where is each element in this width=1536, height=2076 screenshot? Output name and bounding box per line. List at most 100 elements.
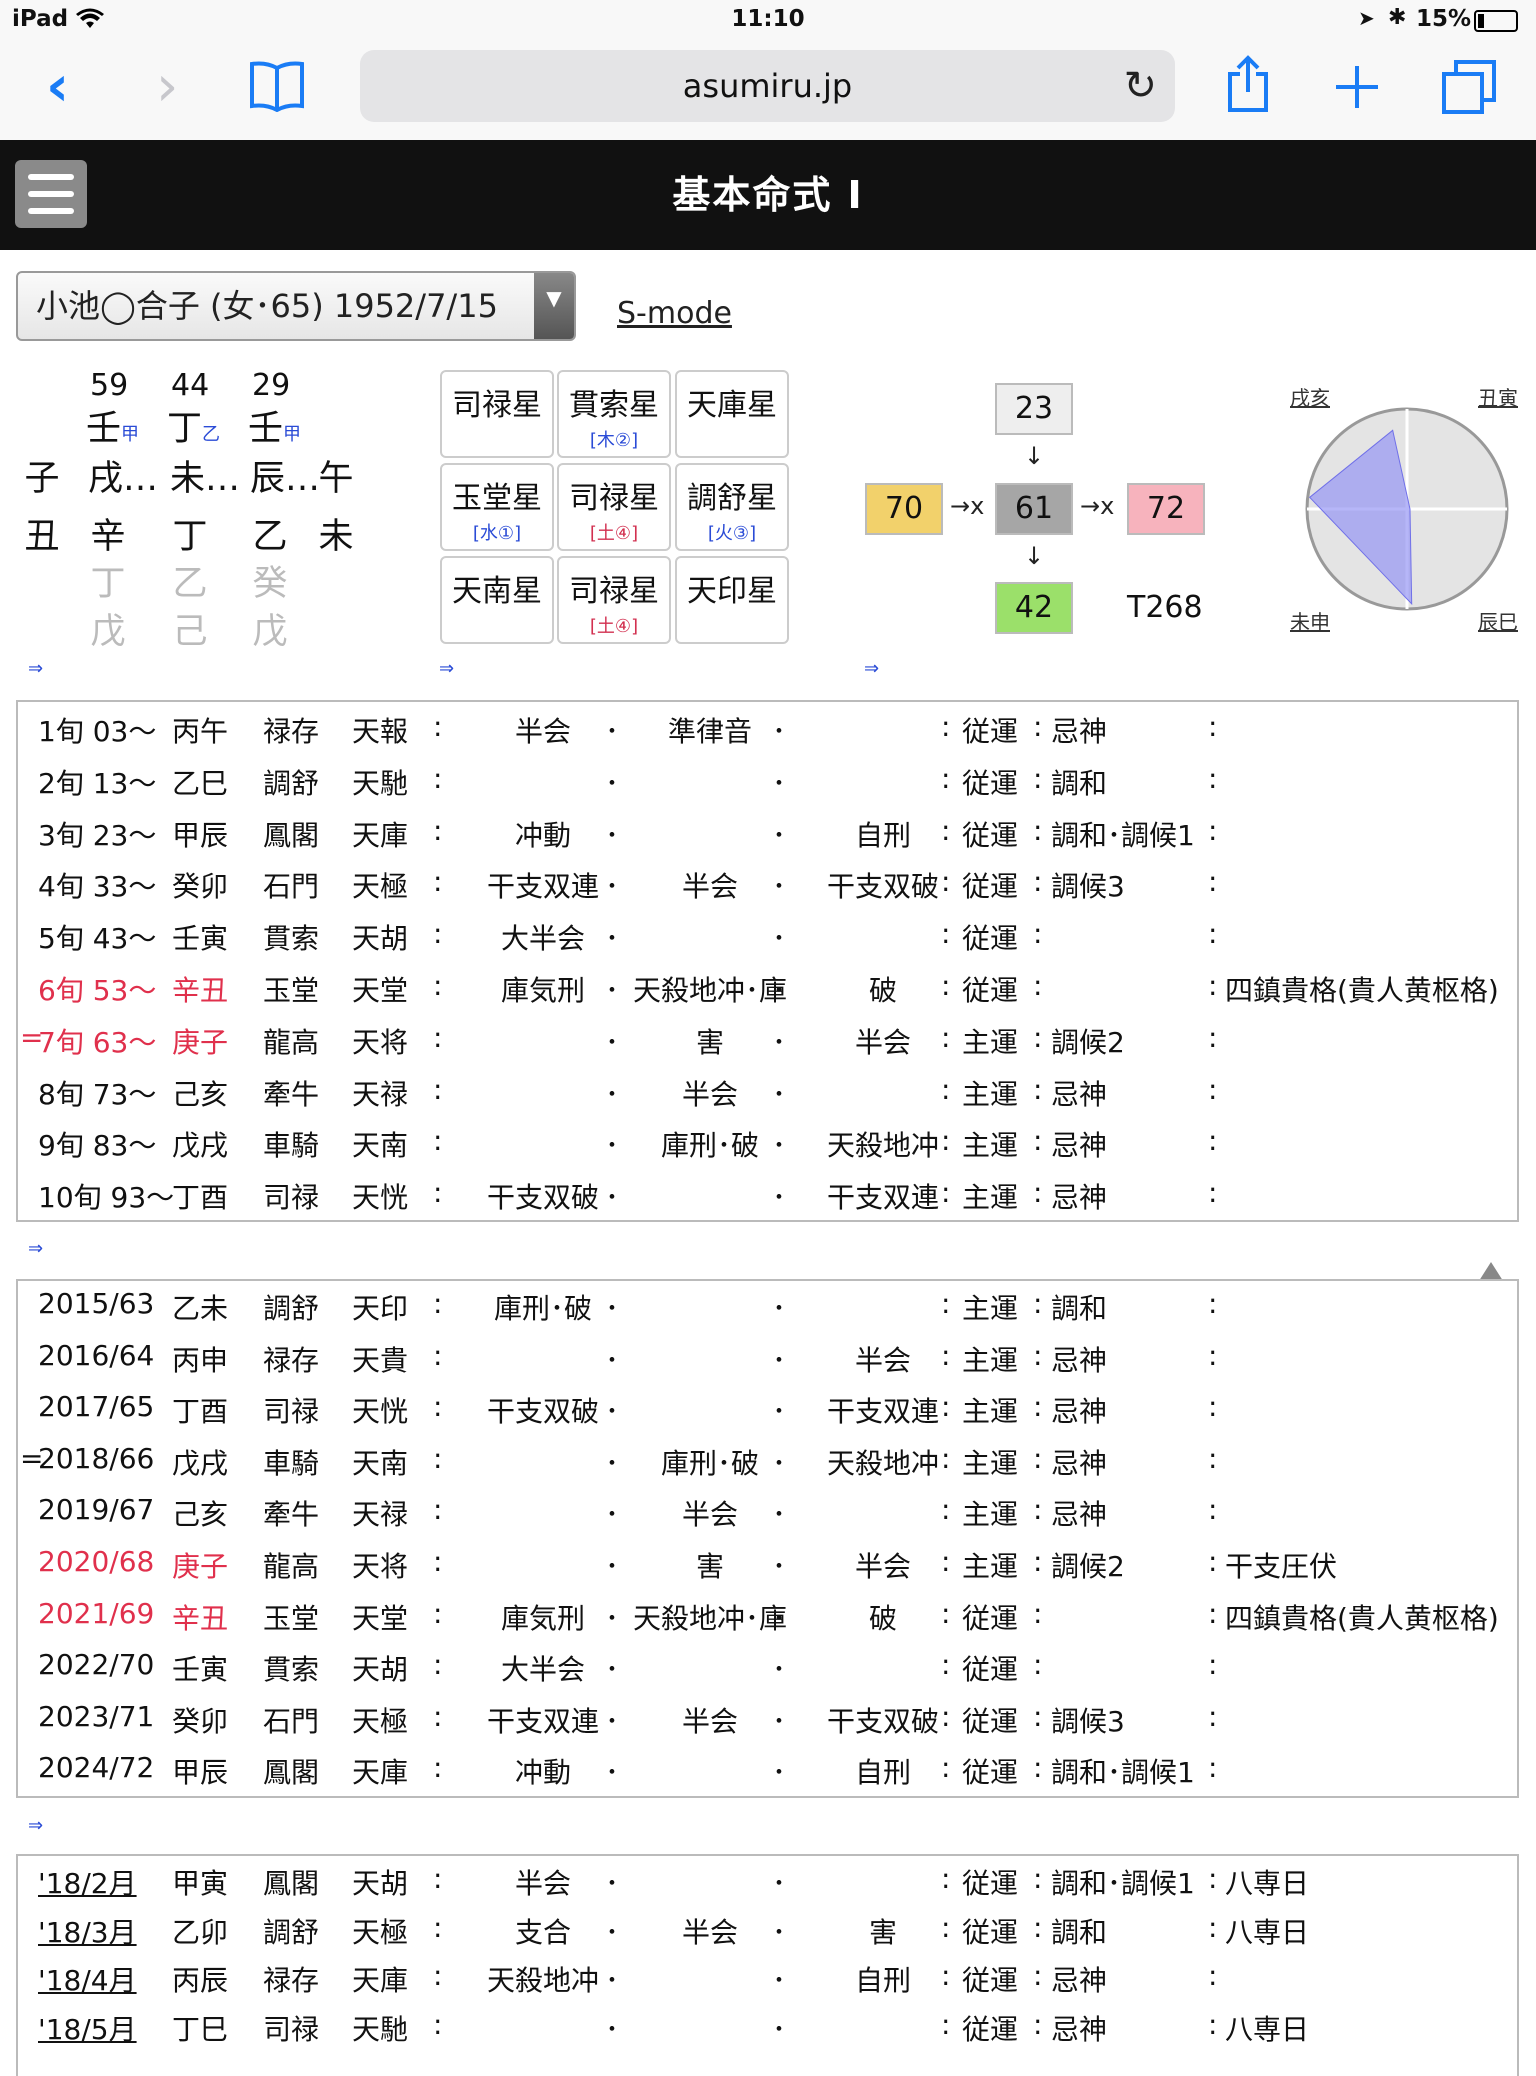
table-row[interactable]: 丁巳 司禄 天馳: ･･: 従運: 忌神: 八専日 '18/5月 bbox=[18, 2008, 1517, 2058]
star-cell[interactable]: 玉堂星 [水①] bbox=[440, 463, 554, 551]
separator: : bbox=[433, 1176, 443, 1210]
sub-star: 天庫 bbox=[352, 1964, 409, 1997]
table-row[interactable]: 10旬 93〜 丁酉 司禄 天恍: 干支双破･･干支双連: 主運: 忌神: bbox=[18, 1176, 1517, 1226]
person-select[interactable]: 小池◯合子 (女･65) 1952/7/15 ▼ bbox=[16, 271, 576, 341]
nav-arrow-icon[interactable]: ⇒ bbox=[28, 1238, 43, 1259]
table-row[interactable]: 2016/64 丙申 禄存 天貴: ･･半会: 主運: 忌神: bbox=[18, 1339, 1517, 1389]
nav-arrow-icon[interactable]: ⇒ bbox=[28, 1815, 43, 1836]
nav-arrow-icon[interactable]: ⇒ bbox=[28, 658, 43, 679]
kanshi: 壬寅 bbox=[172, 1653, 229, 1687]
table-row[interactable]: 1旬 03〜 丙午 禄存 天報: 半会･準律音･: 従運: 忌神: bbox=[18, 710, 1517, 760]
separator: ･ bbox=[605, 766, 620, 800]
nav-arrow-icon[interactable]: ⇒ bbox=[439, 658, 454, 679]
table-row[interactable]: 2017/65 丁酉 司禄 天恍: 干支双破･･干支双連: 主運: 忌神: bbox=[18, 1390, 1517, 1440]
main-star: 禄存 bbox=[263, 715, 320, 748]
sub-star: 天極 bbox=[352, 1915, 409, 1949]
back-icon[interactable]: ‹ bbox=[46, 54, 69, 119]
star-cell[interactable]: 天印星 bbox=[675, 556, 789, 644]
star-name: 調舒星 bbox=[687, 481, 777, 516]
star-cell[interactable]: 天庫星 bbox=[675, 370, 789, 458]
star-name: 天南星 bbox=[452, 574, 542, 609]
separator: ･ bbox=[772, 1129, 787, 1163]
month-label[interactable]: '18/4月 bbox=[38, 1959, 137, 1999]
kanshi: 乙巳 bbox=[172, 766, 229, 800]
separator: : bbox=[941, 1699, 951, 1733]
main-star: 司禄 bbox=[263, 1395, 320, 1429]
table-row[interactable]: 6旬 53〜 辛丑 玉堂 天堂: 庫気刑･天殺地冲･庫･破: 従運:: 四鎮貴格(貴人黄枢格… bbox=[18, 969, 1517, 1019]
table-row[interactable]: 4旬 33〜 癸卯 石門 天極: 干支双連･半会･干支双破: 従運: 調候3: bbox=[18, 865, 1517, 915]
month-label[interactable]: '18/2月 bbox=[38, 1862, 137, 1902]
table-row[interactable]: 2019/67 己亥 牽牛 天禄: ･半会･: 主運: 忌神: bbox=[18, 1493, 1517, 1543]
separator: : bbox=[433, 1390, 443, 1424]
branch-cell: 子 bbox=[24, 459, 60, 499]
month-link[interactable]: '18/5月 bbox=[38, 2013, 137, 2046]
table-row[interactable]: 2022/70 壬寅 貫索 天胡: 大半会 ･ ･: 従運:: bbox=[18, 1648, 1517, 1698]
reload-icon[interactable]: ↻ bbox=[1123, 50, 1157, 122]
separator: ･ bbox=[605, 1181, 620, 1215]
main-star: 車騎 bbox=[263, 1446, 320, 1480]
fortune-note: 調和･調候1 bbox=[1051, 1867, 1195, 1900]
main-star: 龍高 bbox=[263, 1025, 320, 1059]
table-row[interactable]: 2021/69 辛丑 玉堂 天堂: 庫気刑･天殺地冲･庫･破: 従運:: 四鎮貴格(貴人黄枢… bbox=[18, 1597, 1517, 1647]
month-link[interactable]: '18/3月 bbox=[38, 1916, 137, 1949]
table-row[interactable]: 2024/72 甲辰 鳳閣 天庫: 冲動･･自刑: 従運: 調和･調候1: bbox=[18, 1751, 1517, 1801]
period-label: 1旬 03〜 bbox=[38, 715, 157, 748]
month-label[interactable]: '18/5月 bbox=[38, 2008, 137, 2048]
table-row[interactable]: 2023/71 癸卯 石門 天極: 干支双連･半会･干支双破: 従運: 調候3: bbox=[18, 1700, 1517, 1750]
separator: : bbox=[433, 1648, 443, 1682]
table-row[interactable]: 丙辰 禄存 天庫: 天殺地冲･･自刑: 従運: 忌神: '18/4月 bbox=[18, 1959, 1517, 2009]
table-row[interactable]: = 2018/66 戊戌 車騎 天南: ･庫刑･破･天殺地冲: 主運: 忌神: bbox=[18, 1442, 1517, 1492]
taiun-table: 1旬 03〜 丙午 禄存 天報: 半会 ･ 準律音 ･: 従運: 忌神: 2旬 13〜 乙巳 調舒 天馳:… bbox=[16, 700, 1519, 1222]
table-row[interactable]: 2020/68 庚子 龍高 天将: ･害･半会: 主運: 調候2: 干支圧伏 bbox=[18, 1545, 1517, 1595]
s-mode-link[interactable]: S-mode bbox=[617, 296, 732, 331]
zokan-cell: 丑 bbox=[24, 517, 60, 557]
kanshi: 壬寅 bbox=[172, 922, 229, 956]
table-row[interactable]: 2015/63 乙未 調舒 天印: 庫刑･破･･: 主運: 調和: bbox=[18, 1287, 1517, 1337]
star-cell[interactable]: 司禄星 [土④] bbox=[557, 556, 671, 644]
unsei-type: 従運 bbox=[962, 1601, 1019, 1635]
address-bar[interactable]: asumiru.jp ↻ bbox=[360, 50, 1175, 122]
month-link[interactable]: '18/2月 bbox=[38, 1867, 137, 1900]
main-star: 禄存 bbox=[263, 1964, 320, 1997]
table-row[interactable]: 乙卯 調舒 天極: 支合･半会･害: 従運: 調和: 八専日 '18/3月 bbox=[18, 1911, 1517, 1961]
month-label[interactable]: '18/3月 bbox=[38, 1911, 137, 1951]
separator: : bbox=[433, 1124, 443, 1158]
separator: : bbox=[1033, 1338, 1043, 1372]
relation-1: 半会 bbox=[514, 1867, 571, 1900]
table-row[interactable]: 3旬 23〜 甲辰 鳳閣 天庫: 冲動･･自刑: 従運: 調和･調候1: bbox=[18, 814, 1517, 864]
separator: : bbox=[941, 1648, 951, 1682]
table-row[interactable]: = 7旬 63〜 庚子 龍高 天将: ･害･半会: 主運: 調候2: bbox=[18, 1021, 1517, 1071]
table-row[interactable]: 9旬 83〜 戊戌 車騎 天南: ･庫刑･破･天殺地冲: 主運: 忌神: bbox=[18, 1124, 1517, 1174]
star-cell[interactable]: 司禄星 [土④] bbox=[557, 463, 671, 551]
forward-icon[interactable]: › bbox=[156, 54, 178, 119]
separator: : bbox=[433, 761, 443, 795]
special-note: 八専日 bbox=[1225, 2012, 1310, 2046]
table-row[interactable]: 2旬 13〜 乙巳 調舒 天馳: ･･: 従運: 調和: bbox=[18, 762, 1517, 812]
separator: ･ bbox=[772, 1653, 787, 1687]
table-row[interactable]: 5旬 43〜 壬寅 貫索 天胡: 大半会 ･ ･: 従運:: bbox=[18, 917, 1517, 967]
separator: : bbox=[1208, 1699, 1218, 1733]
separator: : bbox=[433, 1287, 443, 1320]
star-cell[interactable]: 貫索星 [木②] bbox=[557, 370, 671, 458]
separator: ･ bbox=[772, 1867, 787, 1900]
separator: : bbox=[433, 1699, 443, 1733]
star-cell[interactable]: 天南星 bbox=[440, 556, 554, 644]
star-cell[interactable]: 司禄星 bbox=[440, 370, 554, 458]
main-star: 鳳閣 bbox=[263, 1867, 320, 1900]
separator: ･ bbox=[772, 1446, 787, 1480]
separator: ･ bbox=[772, 715, 787, 748]
table-row[interactable]: 甲寅 鳳閣 天胡: 半会･･: 従運: 調和･調候1: 八専日 '18/2月 bbox=[18, 1862, 1517, 1912]
separator: : bbox=[941, 1020, 951, 1054]
table-row[interactable]: 8旬 73〜 己亥 牽牛 天禄: ･半会･: 主運: 忌神: bbox=[18, 1073, 1517, 1123]
new-tab-icon[interactable] bbox=[1334, 64, 1380, 110]
nav-arrow-icon[interactable]: ⇒ bbox=[864, 658, 879, 679]
tabs-icon[interactable] bbox=[1442, 60, 1496, 114]
separator: ･ bbox=[772, 1292, 787, 1325]
share-icon[interactable] bbox=[1226, 54, 1270, 114]
month-link[interactable]: '18/4月 bbox=[38, 1964, 137, 1997]
separator: : bbox=[1033, 1596, 1043, 1630]
bookmarks-icon[interactable] bbox=[248, 60, 306, 112]
separator: : bbox=[1033, 1287, 1043, 1320]
separator: : bbox=[1208, 710, 1218, 743]
star-cell[interactable]: 調舒星 [火③] bbox=[675, 463, 789, 551]
